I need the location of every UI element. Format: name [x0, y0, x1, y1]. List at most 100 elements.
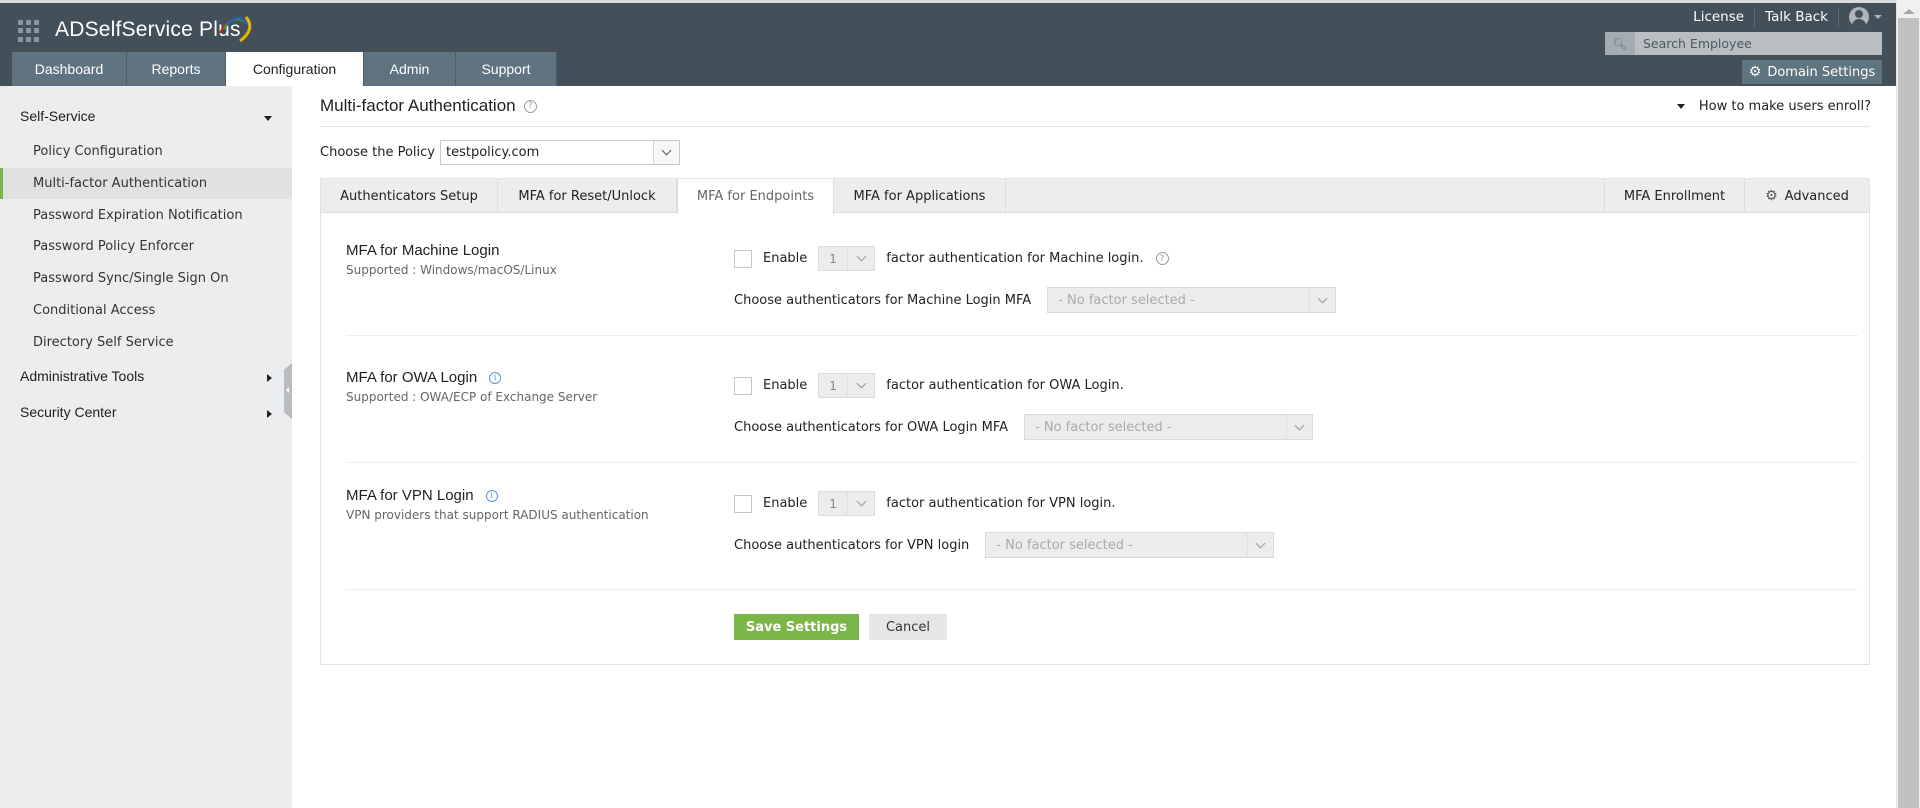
- tab-reports[interactable]: Reports: [127, 52, 226, 86]
- gear-icon: ⚙: [1748, 64, 1762, 80]
- vpn-login-enable-checkbox[interactable]: [734, 494, 752, 513]
- tab-mfa-endpoints[interactable]: MFA for Endpoints: [677, 179, 834, 214]
- sidebar-item-conditional-access[interactable]: Conditional Access: [0, 295, 292, 326]
- sidebar-item-password-sync-sso[interactable]: Password Sync/Single Sign On: [0, 263, 292, 294]
- vpn-login-factor-count-select[interactable]: 1: [818, 491, 876, 516]
- chevron-down-icon: [847, 374, 874, 397]
- page-title: Multi-factor Authentication ?: [320, 96, 537, 116]
- employee-search: 🔍︎: [1605, 32, 1882, 55]
- machine-login-auth-row: Choose authenticators for Machine Login …: [734, 287, 1337, 313]
- owa-login-factor-count-select[interactable]: 1: [818, 373, 876, 398]
- help-icon[interactable]: ?: [523, 99, 537, 113]
- section-title-vpn-login: MFA for VPN Login i: [346, 487, 498, 504]
- scroll-up-icon[interactable]: [1903, 9, 1915, 14]
- tab-advanced[interactable]: ⚙ Advanced: [1744, 179, 1869, 213]
- user-avatar-icon: [1849, 7, 1869, 27]
- mfa-tabs: Authenticators Setup MFA for Reset/Unloc…: [321, 179, 1869, 214]
- tab-support[interactable]: Support: [456, 52, 557, 86]
- sidebar-group-security-center[interactable]: Security Center: [20, 404, 116, 420]
- sidebar-group-self-service[interactable]: Self-Service: [20, 108, 95, 124]
- chevron-down-icon: [1247, 533, 1273, 557]
- domain-settings-button[interactable]: ⚙ Domain Settings: [1742, 60, 1882, 84]
- auth-select-value: - No factor selected -: [1058, 292, 1195, 308]
- section-title-text: MFA for OWA Login: [346, 369, 478, 386]
- tab-configuration[interactable]: Configuration: [226, 52, 364, 86]
- caret-down-icon: [1676, 104, 1685, 109]
- sidebar-item-multi-factor-authentication[interactable]: Multi-factor Authentication: [0, 168, 292, 199]
- sidebar-item-password-policy-enforcer[interactable]: Password Policy Enforcer: [0, 231, 292, 262]
- policy-label: Choose the Policy: [320, 145, 435, 160]
- owa-login-enable-checkbox[interactable]: [734, 376, 752, 395]
- chevron-down-icon: [1309, 288, 1335, 312]
- chevron-down-icon[interactable]: [653, 141, 679, 164]
- sidebar-item-directory-self-service[interactable]: Directory Self Service: [0, 327, 292, 358]
- divider: [320, 126, 1870, 127]
- section-title-owa-login: MFA for OWA Login i: [346, 369, 502, 386]
- policy-selector-row: Choose the Policy testpolicy.com: [320, 140, 680, 165]
- auth-label: Choose authenticators for Machine Login …: [734, 292, 1032, 308]
- gear-icon: ⚙: [1765, 188, 1778, 204]
- section-title-text: MFA for Machine Login: [346, 242, 500, 259]
- search-input[interactable]: [1635, 32, 1882, 55]
- factor-text: factor authentication for OWA Login.: [886, 378, 1124, 393]
- tab-authenticators-setup[interactable]: Authenticators Setup: [321, 179, 498, 213]
- tab-admin[interactable]: Admin: [364, 52, 456, 86]
- tab-dashboard[interactable]: Dashboard: [12, 52, 127, 86]
- vpn-login-enable-row: Enable 1 factor authentication for VPN l…: [734, 491, 1116, 516]
- page-title-text: Multi-factor Authentication: [320, 96, 516, 115]
- section-title-machine-login: MFA for Machine Login: [346, 242, 499, 259]
- policy-select[interactable]: testpolicy.com: [440, 140, 680, 165]
- how-to-enroll-link[interactable]: How to make users enroll?: [1676, 99, 1871, 114]
- cancel-button[interactable]: Cancel: [869, 614, 947, 640]
- section-subtitle: Supported : OWA/ECP of Exchange Server: [346, 390, 598, 404]
- vertical-scrollbar[interactable]: [1896, 0, 1920, 808]
- machine-login-factor-count-select[interactable]: 1: [818, 246, 876, 271]
- top-links: License Talk Back: [1683, 7, 1882, 27]
- help-icon[interactable]: ?: [1155, 252, 1169, 265]
- sidebar-item-policy-configuration[interactable]: Policy Configuration: [0, 136, 292, 167]
- caret-right-icon[interactable]: [267, 374, 272, 382]
- owa-login-auth-row: Choose authenticators for OWA Login MFA …: [734, 414, 1314, 440]
- talk-back-link[interactable]: Talk Back: [1755, 9, 1838, 25]
- factor-count-value: 1: [829, 378, 837, 393]
- tab-mfa-reset-unlock[interactable]: MFA for Reset/Unlock: [498, 179, 677, 213]
- domain-settings-label: Domain Settings: [1767, 64, 1876, 80]
- caret-right-icon[interactable]: [267, 410, 272, 418]
- machine-login-authenticators-select[interactable]: - No factor selected -: [1047, 287, 1337, 313]
- mfa-endpoints-panel: Authenticators Setup MFA for Reset/Unloc…: [320, 178, 1870, 665]
- logo-arc-icon: [218, 16, 252, 43]
- section-subtitle: VPN providers that support RADIUS authen…: [346, 508, 649, 522]
- app-launcher-icon[interactable]: [18, 20, 40, 42]
- app-logo[interactable]: ADSelfService Plus: [55, 18, 241, 42]
- auth-label: Choose authenticators for OWA Login MFA: [734, 419, 1009, 435]
- enable-label: Enable: [763, 496, 808, 511]
- owa-login-enable-row: Enable 1 factor authentication for OWA L…: [734, 373, 1124, 398]
- scrollbar-thumb[interactable]: [1898, 18, 1919, 808]
- info-icon[interactable]: i: [489, 371, 502, 384]
- auth-select-value: - No factor selected -: [1035, 419, 1172, 435]
- sidebar-group-administrative-tools[interactable]: Administrative Tools: [20, 368, 144, 384]
- machine-login-enable-checkbox[interactable]: [734, 249, 752, 268]
- tab-mfa-enrollment[interactable]: MFA Enrollment: [1604, 179, 1744, 213]
- vpn-login-authenticators-select[interactable]: - No factor selected -: [985, 532, 1275, 558]
- section-title-text: MFA for VPN Login: [346, 487, 474, 504]
- chevron-down-icon: [1286, 415, 1312, 439]
- save-settings-button[interactable]: Save Settings: [734, 614, 859, 640]
- enable-label: Enable: [763, 378, 808, 393]
- section-subtitle: Supported : Windows/macOS/Linux: [346, 263, 557, 277]
- info-icon[interactable]: i: [485, 489, 498, 502]
- tab-mfa-applications[interactable]: MFA for Applications: [834, 179, 1006, 213]
- owa-login-authenticators-select[interactable]: - No factor selected -: [1024, 414, 1314, 440]
- user-menu[interactable]: [1839, 7, 1882, 27]
- search-icon[interactable]: 🔍︎: [1605, 32, 1635, 55]
- sidebar-collapse-handle[interactable]: [284, 363, 292, 419]
- policy-select-value: testpolicy.com: [446, 145, 540, 160]
- caret-down-icon[interactable]: [264, 116, 272, 121]
- license-link[interactable]: License: [1683, 9, 1754, 25]
- sidebar: Self-Service Policy Configuration Multi-…: [0, 86, 292, 808]
- divider: [346, 335, 1858, 336]
- enable-label: Enable: [763, 251, 808, 266]
- main-nav: Dashboard Reports Configuration Admin Su…: [12, 52, 557, 86]
- factor-count-value: 1: [829, 251, 837, 266]
- sidebar-item-password-expiration-notification[interactable]: Password Expiration Notification: [0, 200, 292, 231]
